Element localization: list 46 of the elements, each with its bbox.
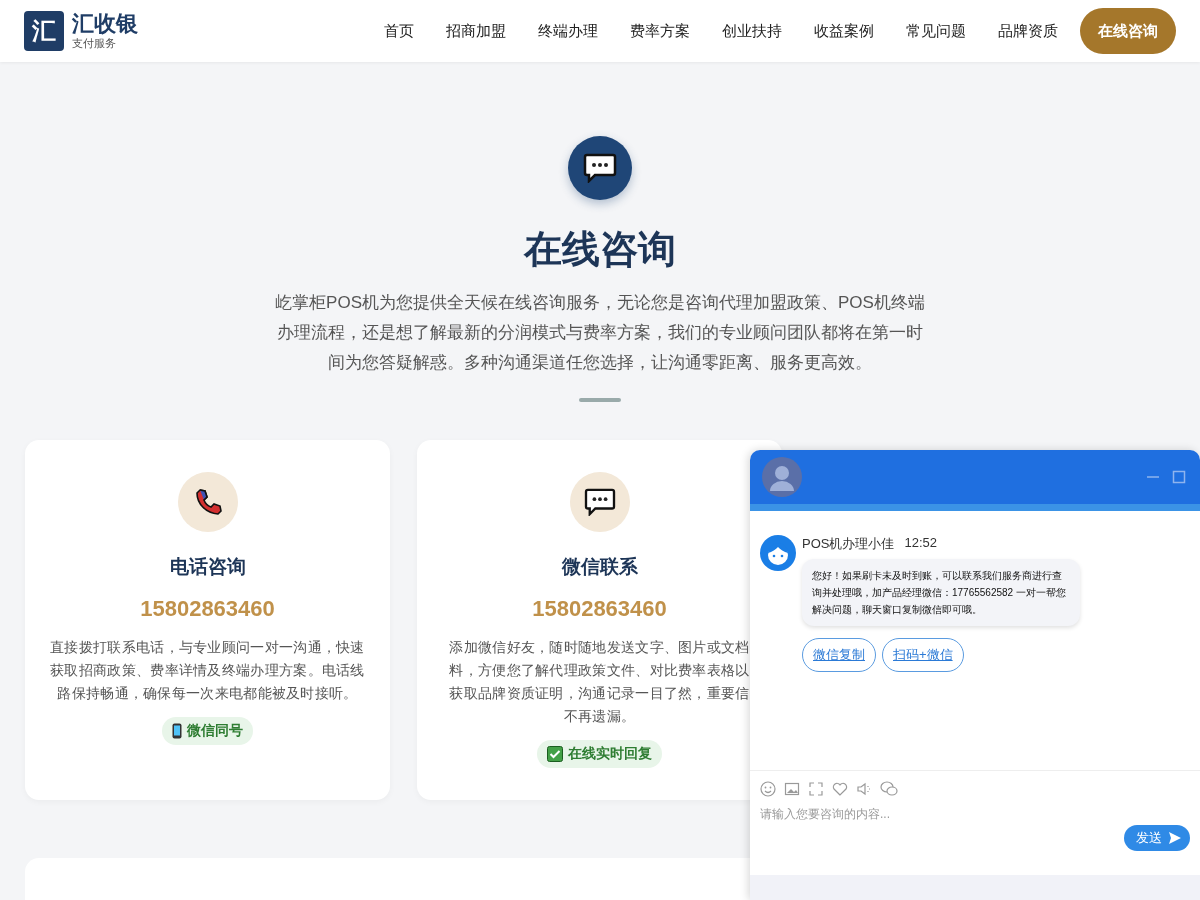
nav-link[interactable]: 终端办理 xyxy=(522,21,614,41)
card-description-line: 直接拨打联系电话，与专业顾问一对一沟通，快速 xyxy=(50,638,365,657)
scroll-indicator xyxy=(579,398,621,402)
message-time: 12:52 xyxy=(904,535,937,552)
phone-number: 15802863460 xyxy=(140,596,275,622)
heart-icon[interactable] xyxy=(832,781,848,797)
card-description-line: 路保持畅通，确保每一次来电都能被及时接听。 xyxy=(57,684,358,703)
nav-link[interactable]: 招商加盟 xyxy=(430,21,522,41)
send-arrow-icon xyxy=(1168,831,1182,845)
logo-mark: 汇 xyxy=(24,11,64,51)
image-icon[interactable] xyxy=(784,781,800,797)
nav-link[interactable]: 收益案例 xyxy=(798,21,890,41)
maximize-icon[interactable] xyxy=(1172,470,1186,484)
fullscreen-icon[interactable] xyxy=(808,781,824,797)
nav-link[interactable]: 品牌资质 xyxy=(982,21,1074,41)
wechat-icon[interactable] xyxy=(880,781,898,797)
brand-name: 汇收银 xyxy=(72,13,138,35)
card-description-line: 不再遗漏。 xyxy=(563,707,636,726)
section-description: 屹掌柜POS机为您提供全天候在线咨询服务，无论您是咨询代理加盟政策、POS机终端办理流程，还是想了解最新的分润模式与费率方案，我们的专业顾问团队都将在第一时间为您答疑解惑。多种沟通渠道任您选择，让沟通零距离、服务更高效。 xyxy=(275,292,925,374)
consult-button[interactable]: 在线咨询 xyxy=(1080,8,1176,54)
nav-link[interactable]: 首页 xyxy=(368,21,430,41)
message-input[interactable]: 请输入您要咨询的内容... xyxy=(760,807,1060,821)
speaker-icon[interactable] xyxy=(856,781,872,797)
badge-label: 在线实时回复 xyxy=(568,745,652,763)
emoji-icon[interactable] xyxy=(760,781,776,797)
avatar-icon xyxy=(762,457,802,497)
checkbox-icon xyxy=(547,746,563,762)
card-title: 微信联系 xyxy=(561,555,638,579)
sender-name: POS机办理小佳 xyxy=(802,535,895,553)
message-bubble: 您好！如果刷卡未及时到账，可以联系我们服务商进行查询并处理哦，加产品经理微信：17765562582 一对一帮您解决问题，聊天窗口复制微信即可哦。 xyxy=(802,559,1080,626)
card-description-line: 获取招商政策、费率详情及终端办理方案。电话线 xyxy=(50,661,365,680)
nav-link[interactable]: 费率方案 xyxy=(614,21,706,41)
chat-bubble-icon xyxy=(568,136,632,200)
nav-link[interactable]: 创业扶持 xyxy=(706,21,798,41)
card-description-line: 添加微信好友，随时随地发送文字、图片或文档 xyxy=(449,638,750,657)
phone-number: 15802863460 xyxy=(532,596,667,622)
badge-label: 微信同号 xyxy=(187,722,243,740)
card-description-line: 获取品牌资质证明，沟通记录一目了然，重要信 xyxy=(449,684,750,703)
brand-tagline: 支付服务 xyxy=(72,38,117,49)
agent-avatar-icon xyxy=(760,535,796,571)
send-button[interactable]: 发送 xyxy=(1124,825,1190,851)
card-description-line: 料，方便您了解代理政策文件、对比费率表格以 xyxy=(449,661,750,680)
mobile-phone-icon xyxy=(172,723,182,739)
nav-link[interactable]: 常见问题 xyxy=(890,21,982,41)
section-title: 在线咨询 xyxy=(524,227,676,272)
card-title: 电话咨询 xyxy=(169,555,246,579)
